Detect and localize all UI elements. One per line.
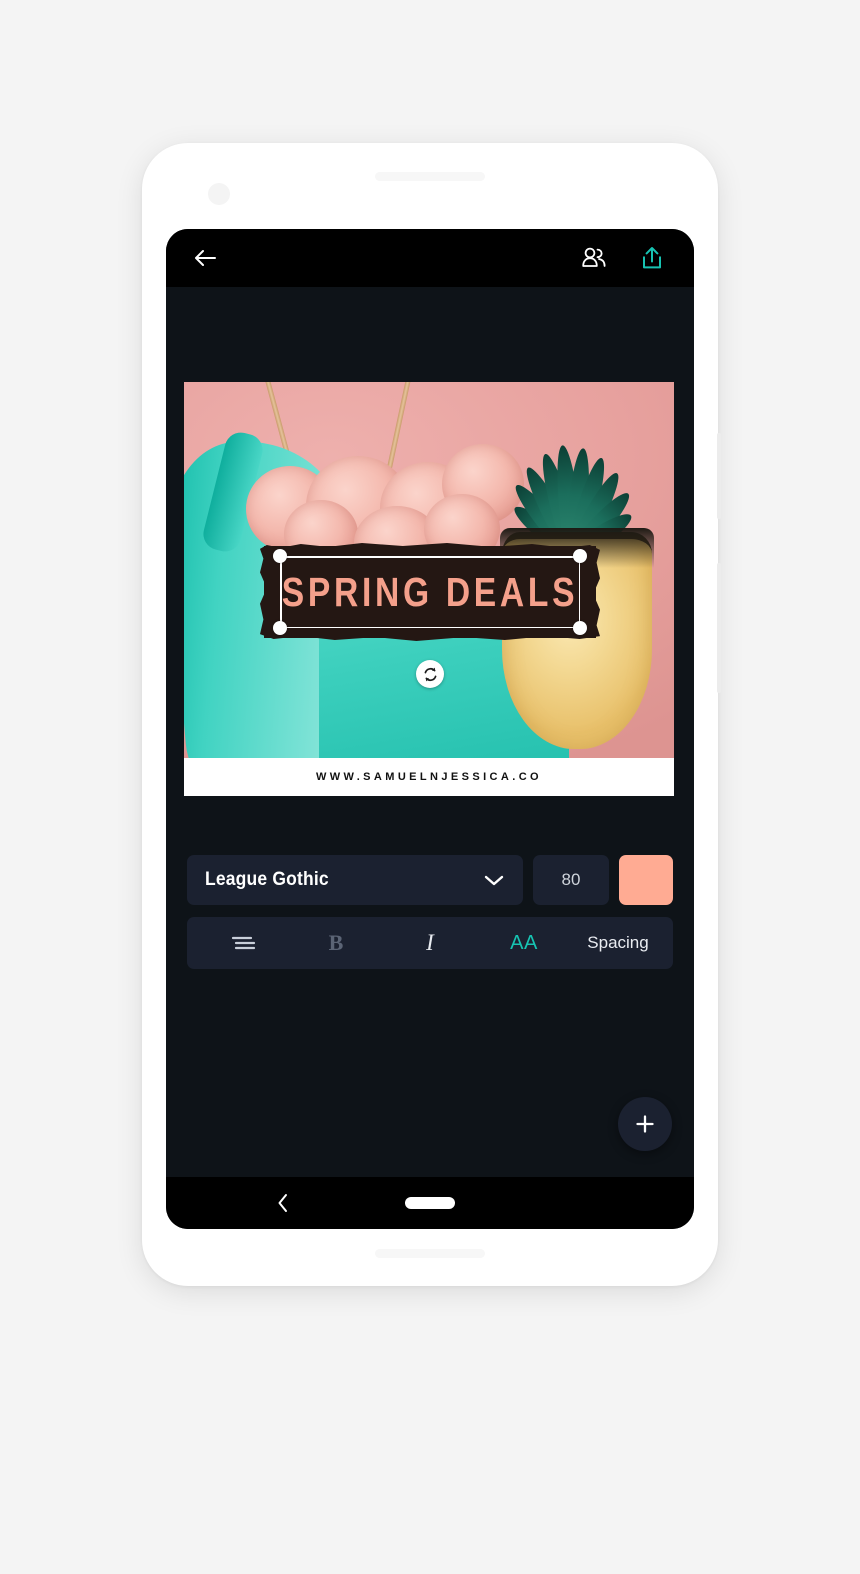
rotate-icon xyxy=(424,667,436,681)
selection-edge-top xyxy=(280,556,580,558)
power-button[interactable] xyxy=(717,433,721,519)
earpiece-speaker xyxy=(375,172,485,181)
selection-edge-right xyxy=(578,556,580,628)
people-icon xyxy=(582,247,606,267)
selection-edge-bottom xyxy=(280,626,580,628)
android-home-button[interactable] xyxy=(405,1197,455,1209)
chevron-left-icon xyxy=(278,1194,287,1212)
text-case-button[interactable]: AA xyxy=(477,917,571,969)
front-camera-icon xyxy=(208,183,230,205)
text-case-label: AA xyxy=(510,931,538,954)
resize-handle-bottom-right[interactable] xyxy=(573,621,587,635)
bottom-speaker xyxy=(375,1249,485,1258)
align-button[interactable] xyxy=(195,917,289,969)
collaborators-button[interactable] xyxy=(574,239,614,277)
chevron-down-icon xyxy=(484,875,504,886)
screenshot-stage: SPRING DEALS WWW.SAMUELNJESSICA.CO Leagu… xyxy=(0,0,860,1574)
resize-handle-bottom-left[interactable] xyxy=(273,621,287,635)
phone-frame: SPRING DEALS WWW.SAMUELNJESSICA.CO Leagu… xyxy=(142,143,721,1286)
share-button[interactable] xyxy=(632,239,672,277)
resize-handle-top-left[interactable] xyxy=(273,549,287,563)
italic-button[interactable]: I xyxy=(383,917,477,969)
font-family-select[interactable]: League Gothic xyxy=(187,855,523,905)
text-controls-panel: League Gothic 80 B I AA Spacing xyxy=(166,855,694,969)
share-upload-icon xyxy=(643,247,661,269)
back-button[interactable] xyxy=(188,241,222,275)
resize-handle-top-right[interactable] xyxy=(573,549,587,563)
app-top-bar xyxy=(166,229,694,287)
design-url-text: WWW.SAMUELNJESSICA.CO xyxy=(315,771,542,783)
font-row: League Gothic 80 xyxy=(187,855,673,905)
font-size-field[interactable]: 80 xyxy=(533,855,609,905)
selected-text-element[interactable]: SPRING DEALS xyxy=(264,546,596,688)
volume-button[interactable] xyxy=(717,563,721,693)
android-back-button[interactable] xyxy=(266,1186,300,1220)
add-element-fab[interactable] xyxy=(618,1097,672,1151)
text-format-toolbar: B I AA Spacing xyxy=(187,917,673,969)
spacing-button[interactable]: Spacing xyxy=(571,917,665,969)
android-nav-bar xyxy=(166,1177,694,1229)
bold-label: B xyxy=(328,930,344,955)
bold-button[interactable]: B xyxy=(289,917,383,969)
headline-text: SPRING DEALS xyxy=(281,568,579,615)
selection-edge-left xyxy=(280,556,282,628)
font-color-swatch[interactable] xyxy=(619,855,673,905)
phone-screen: SPRING DEALS WWW.SAMUELNJESSICA.CO Leagu… xyxy=(166,229,694,1229)
align-center-icon xyxy=(231,936,256,950)
italic-label: I xyxy=(426,930,434,955)
editor-canvas-area[interactable]: SPRING DEALS WWW.SAMUELNJESSICA.CO Leagu… xyxy=(166,287,694,1177)
design-url-bar: WWW.SAMUELNJESSICA.CO xyxy=(184,758,674,796)
design-artboard[interactable]: SPRING DEALS WWW.SAMUELNJESSICA.CO xyxy=(184,382,674,796)
font-family-label: League Gothic xyxy=(205,869,329,890)
rotate-handle[interactable] xyxy=(416,660,444,688)
spacing-label: Spacing xyxy=(587,933,649,952)
plus-icon xyxy=(636,1115,654,1133)
arrow-left-icon xyxy=(195,250,216,266)
